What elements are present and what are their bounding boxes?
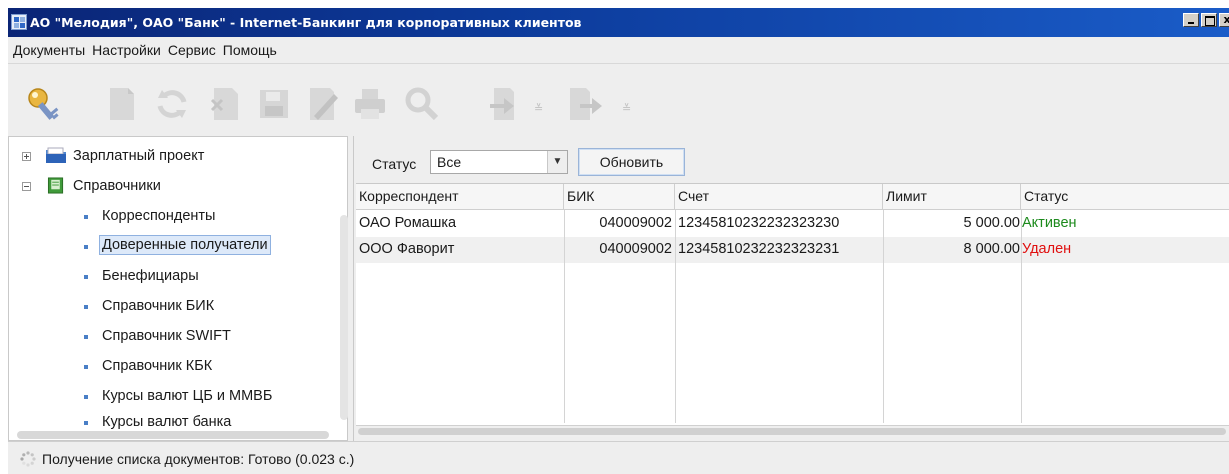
menu-help[interactable]: Помощь: [223, 42, 277, 58]
close-button[interactable]: x: [1219, 13, 1229, 27]
column-divider: [883, 210, 884, 423]
status-bar: Получение списка документов: Готово (0.0…: [8, 441, 1229, 474]
import-icon[interactable]: [566, 86, 602, 122]
tree-item-label: Справочник КБК: [102, 358, 213, 374]
cell-status-active: Активен: [1022, 215, 1077, 231]
tree-node-label: Справочники: [73, 178, 161, 194]
cell-correspondent: ООО Фаворит: [359, 241, 455, 257]
minimize-button[interactable]: [1183, 13, 1199, 27]
search-icon[interactable]: [404, 86, 440, 122]
column-header-bik[interactable]: БИК: [564, 184, 675, 210]
cell-bik: 040009002: [599, 215, 672, 231]
toolbar: ≚ ≚: [8, 63, 1229, 136]
column-divider: [564, 210, 565, 423]
menu-documents[interactable]: Документы: [13, 42, 85, 58]
collapse-icon[interactable]: [22, 182, 31, 191]
maximize-button[interactable]: [1201, 13, 1217, 27]
menu-settings[interactable]: Настройки: [92, 42, 161, 58]
tree-horizontal-scrollbar[interactable]: [17, 431, 329, 439]
scrollbar-thumb[interactable]: [358, 428, 1226, 435]
dropdown-arrow-icon[interactable]: ▼: [547, 151, 567, 173]
window-controls: x: [1183, 13, 1229, 27]
refresh-button[interactable]: Обновить: [578, 148, 685, 176]
expand-icon[interactable]: [22, 152, 31, 161]
tree-item-trusted-recipients[interactable]: Доверенные получатели: [9, 235, 329, 259]
status-filter-value: Все: [437, 154, 462, 170]
export-icon[interactable]: [486, 86, 522, 122]
cell-correspondent: ОАО Ромашка: [359, 215, 457, 231]
bullet-icon: [84, 421, 88, 425]
table-row[interactable]: ООО Фаворит 040009002 123458102322323232…: [356, 237, 1229, 263]
table-row[interactable]: ОАО Ромашка 040009002 123458102322323232…: [356, 211, 1229, 237]
tree-item-swift-directory[interactable]: Справочник SWIFT: [9, 325, 329, 349]
cell-limit: 5 000.00: [963, 215, 1020, 231]
menu-bar: Документы Настройки Сервис Помощь: [8, 37, 1229, 63]
menu-service[interactable]: Сервис: [168, 42, 216, 58]
app-icon: [11, 14, 27, 30]
bullet-icon: [84, 335, 88, 339]
tree-node-salary-project[interactable]: Зарплатный проект: [9, 145, 339, 169]
table-horizontal-scrollbar[interactable]: [356, 425, 1229, 437]
save-icon[interactable]: [256, 86, 292, 122]
refresh-icon[interactable]: [154, 86, 190, 122]
tree-item-label-selected: Доверенные получатели: [99, 235, 271, 255]
tree-item-beneficiaries[interactable]: Бенефициары: [9, 265, 329, 289]
title-bar[interactable]: АО "Мелодия", ОАО "Банк" - Internet-Банк…: [8, 8, 1229, 37]
bullet-icon: [84, 305, 88, 309]
export-dropdown-icon[interactable]: ≚: [534, 102, 543, 115]
status-filter-select[interactable]: Все ▼: [430, 150, 568, 174]
tree-item-label: Справочник БИК: [102, 298, 215, 314]
tree-node-label: Зарплатный проект: [73, 148, 205, 164]
table-header: Корреспондент БИК Счет Лимит Статус: [356, 184, 1229, 210]
content-panel: Статус Все ▼ Обновить Корреспондент БИК …: [353, 136, 1229, 441]
recipients-table: Корреспондент БИК Счет Лимит Статус ОАО …: [356, 183, 1229, 437]
tree-item-bik-directory[interactable]: Справочник БИК: [9, 295, 329, 319]
tree-item-cb-rates[interactable]: Курсы валют ЦБ и ММВБ: [9, 385, 329, 409]
status-filter-label: Статус: [372, 156, 417, 172]
bullet-icon: [84, 395, 88, 399]
cell-account: 12345810232232323231: [678, 241, 840, 257]
bullet-icon: [84, 245, 88, 249]
import-dropdown-icon[interactable]: ≚: [622, 102, 631, 115]
status-message: Получение списка документов: Готово (0.0…: [42, 451, 355, 467]
spinner-icon: [20, 451, 36, 467]
bullet-icon: [84, 365, 88, 369]
column-divider: [675, 210, 676, 423]
cell-account: 12345810232232323230: [678, 215, 840, 231]
key-icon[interactable]: [24, 84, 64, 124]
column-header-account[interactable]: Счет: [675, 184, 883, 210]
tree-vertical-scrollbar[interactable]: [340, 215, 348, 420]
tree-item-kbk-directory[interactable]: Справочник КБК: [9, 355, 329, 379]
app-window: АО "Мелодия", ОАО "Банк" - Internet-Банк…: [8, 8, 1229, 474]
bullet-icon: [84, 215, 88, 219]
navigation-tree: Зарплатный проект Справочники Корреспонд…: [8, 136, 348, 441]
window-title: АО "Мелодия", ОАО "Банк" - Internet-Банк…: [30, 15, 582, 30]
edit-icon[interactable]: [304, 86, 340, 122]
tree-item-label: Бенефициары: [102, 268, 199, 284]
column-divider: [1021, 210, 1022, 423]
book-icon: [47, 177, 64, 194]
tree-item-correspondents[interactable]: Корреспонденты: [9, 205, 329, 229]
tree-item-label: Курсы валют банка: [102, 414, 232, 430]
column-header-correspondent[interactable]: Корреспондент: [356, 184, 564, 210]
cell-limit: 8 000.00: [963, 241, 1020, 257]
tree-node-directories[interactable]: Справочники: [9, 175, 339, 199]
document-icon[interactable]: [104, 86, 140, 122]
print-icon[interactable]: [352, 86, 388, 122]
tree-item-label: Курсы валют ЦБ и ММВБ: [102, 388, 273, 404]
cell-status-deleted: Удален: [1022, 241, 1072, 257]
bullet-icon: [84, 275, 88, 279]
folder-icon: [46, 147, 66, 163]
cell-bik: 040009002: [599, 241, 672, 257]
tree-item-label: Корреспонденты: [102, 208, 216, 224]
column-header-status[interactable]: Статус: [1021, 184, 1229, 210]
tree-item-label: Справочник SWIFT: [102, 328, 231, 344]
delete-icon[interactable]: [208, 86, 244, 122]
column-header-limit[interactable]: Лимит: [883, 184, 1021, 210]
